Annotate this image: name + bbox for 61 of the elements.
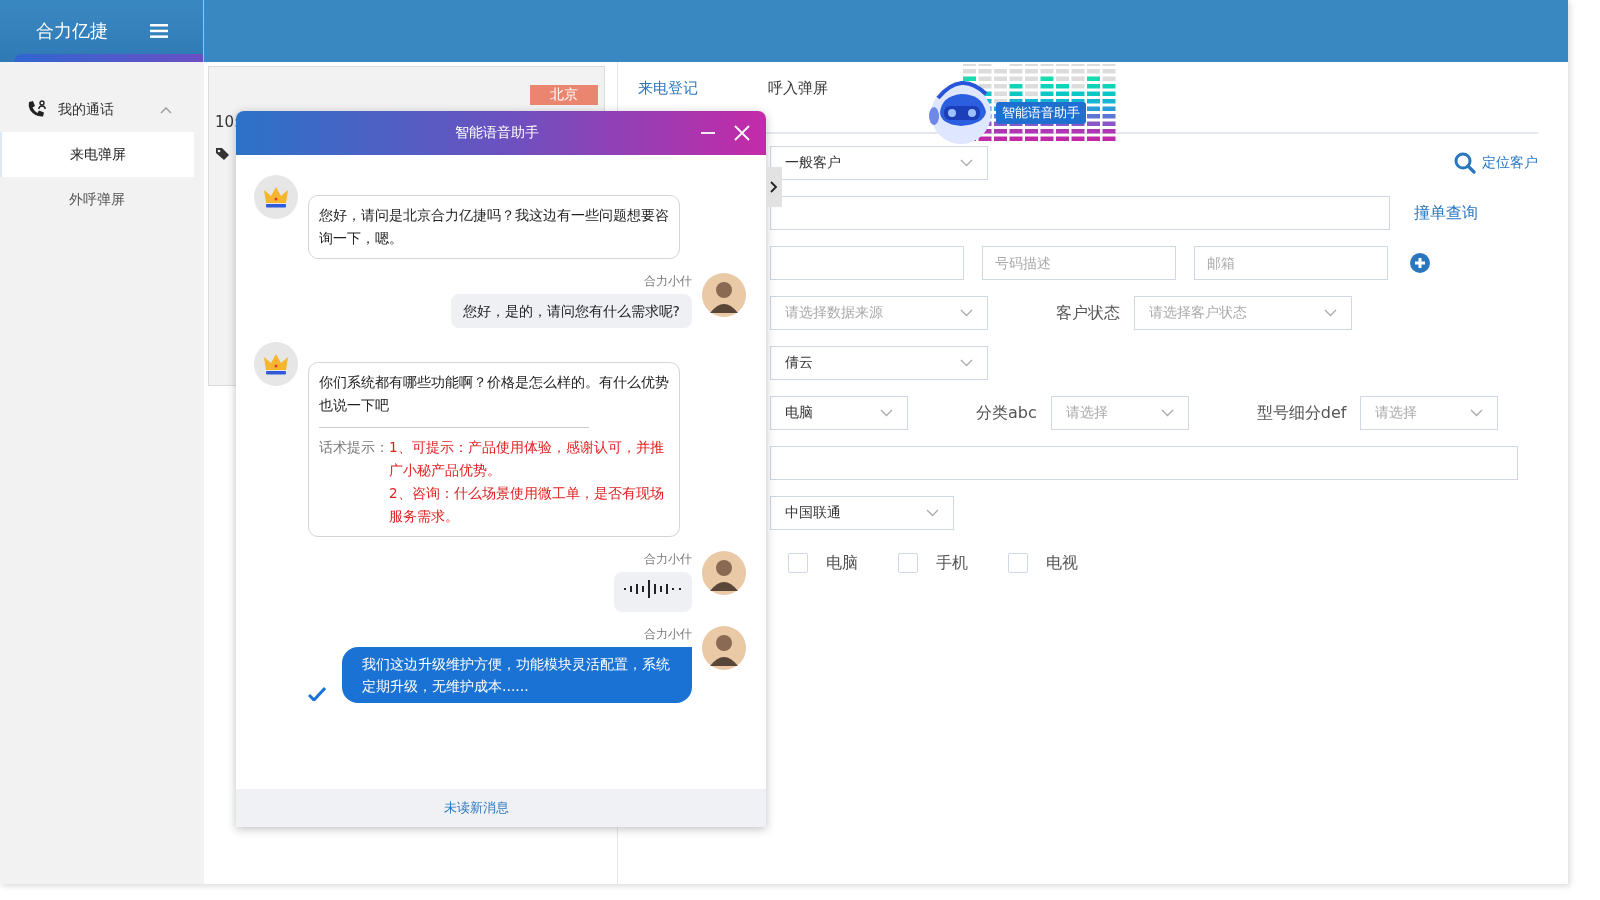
field-label: 客户状态 bbox=[1056, 302, 1120, 324]
caret-icon bbox=[1324, 309, 1337, 317]
unread-messages-link[interactable]: 未读新消息 bbox=[443, 799, 509, 817]
message-bubble: 我们这边升级维护方便，功能模块灵活配置，系统定期升级，无维护成本...... bbox=[342, 647, 692, 703]
avatar bbox=[702, 551, 746, 595]
collapse-handle[interactable] bbox=[766, 167, 782, 207]
message-text: 您好，请问是北京合力亿捷吗？我这边有一些问题想要咨询一下，嗯。 bbox=[319, 206, 669, 248]
close-icon[interactable] bbox=[734, 125, 750, 141]
caret-icon bbox=[1470, 409, 1484, 417]
voice-message[interactable] bbox=[614, 572, 692, 612]
checkbox-option[interactable]: 手机 bbox=[898, 552, 968, 574]
script-tip: 2、咨询：什么场景使用微工单，是否有现场服务需求。 bbox=[389, 484, 665, 526]
avatar bbox=[702, 273, 746, 317]
message-text: 你们系统都有哪些功能啊？价格是怎么样的。有什么优势也说一下吧 bbox=[319, 373, 669, 415]
agent-name: 合力小什 bbox=[644, 551, 692, 568]
checkbox-option[interactable]: 电视 bbox=[1008, 552, 1078, 574]
menu-group[interactable]: 我的通话 bbox=[0, 88, 194, 132]
tip-label: 话术提示： bbox=[319, 438, 389, 457]
checkbox-option[interactable]: 电脑 bbox=[788, 552, 858, 574]
tag-icon bbox=[215, 147, 231, 161]
search-icon bbox=[1454, 152, 1476, 174]
field-label: 分类abc bbox=[976, 402, 1037, 424]
caret-icon bbox=[926, 509, 939, 517]
caret-icon bbox=[960, 359, 973, 367]
avatar bbox=[702, 626, 746, 670]
checkbox[interactable] bbox=[898, 553, 918, 573]
sidebar-item[interactable]: 外呼弹屏 bbox=[0, 177, 194, 222]
assistant-badge: 智能语音助手 bbox=[996, 102, 1086, 124]
crown-avatar bbox=[254, 342, 298, 386]
phone-icon bbox=[26, 100, 48, 120]
caret-icon bbox=[1160, 409, 1174, 417]
input-field[interactable] bbox=[770, 446, 1518, 480]
script-tip: 1、可提示：产品使用体验，感谢认可，并推广小秘产品优势。 bbox=[389, 438, 665, 480]
tab[interactable]: 呼入弹屏 bbox=[768, 79, 828, 132]
field-label: 型号细分def bbox=[1256, 402, 1347, 424]
voice-wave-icon bbox=[624, 580, 682, 598]
region-tag: 北京 bbox=[530, 85, 598, 105]
add-icon[interactable] bbox=[1410, 253, 1430, 273]
checkbox[interactable] bbox=[788, 553, 808, 573]
locate-customer-link[interactable]: 定位客户 bbox=[1454, 152, 1538, 174]
caret-icon bbox=[880, 409, 893, 417]
dropdown[interactable]: 中国联通 bbox=[770, 496, 954, 530]
input-field[interactable]: 邮箱 bbox=[1194, 246, 1388, 280]
caret-icon bbox=[960, 159, 973, 167]
dropdown[interactable]: 倩云 bbox=[770, 346, 988, 380]
agent-name: 合力小什 bbox=[644, 273, 692, 290]
duplicate-check-link[interactable]: 撞单查询 bbox=[1414, 202, 1478, 224]
dropdown[interactable]: 电脑 bbox=[770, 396, 908, 430]
message-bubble: 您好，是的，请问您有什么需求呢? bbox=[450, 294, 692, 328]
input-field[interactable] bbox=[770, 196, 1390, 230]
dialog-title: 智能语音助手 bbox=[454, 124, 540, 142]
brand-title: 合力亿捷 bbox=[35, 19, 108, 43]
input-field[interactable]: 号码描述 bbox=[982, 246, 1176, 280]
sidebar-item[interactable]: 来电弹屏 bbox=[0, 132, 194, 177]
menu-icon[interactable] bbox=[149, 24, 168, 38]
checkbox[interactable] bbox=[1008, 553, 1028, 573]
caret-icon bbox=[960, 309, 973, 317]
agent-name: 合力小什 bbox=[644, 626, 692, 643]
input-field[interactable] bbox=[770, 246, 964, 280]
crown-avatar bbox=[254, 175, 298, 219]
dropdown[interactable]: 一般客户 bbox=[770, 146, 988, 180]
